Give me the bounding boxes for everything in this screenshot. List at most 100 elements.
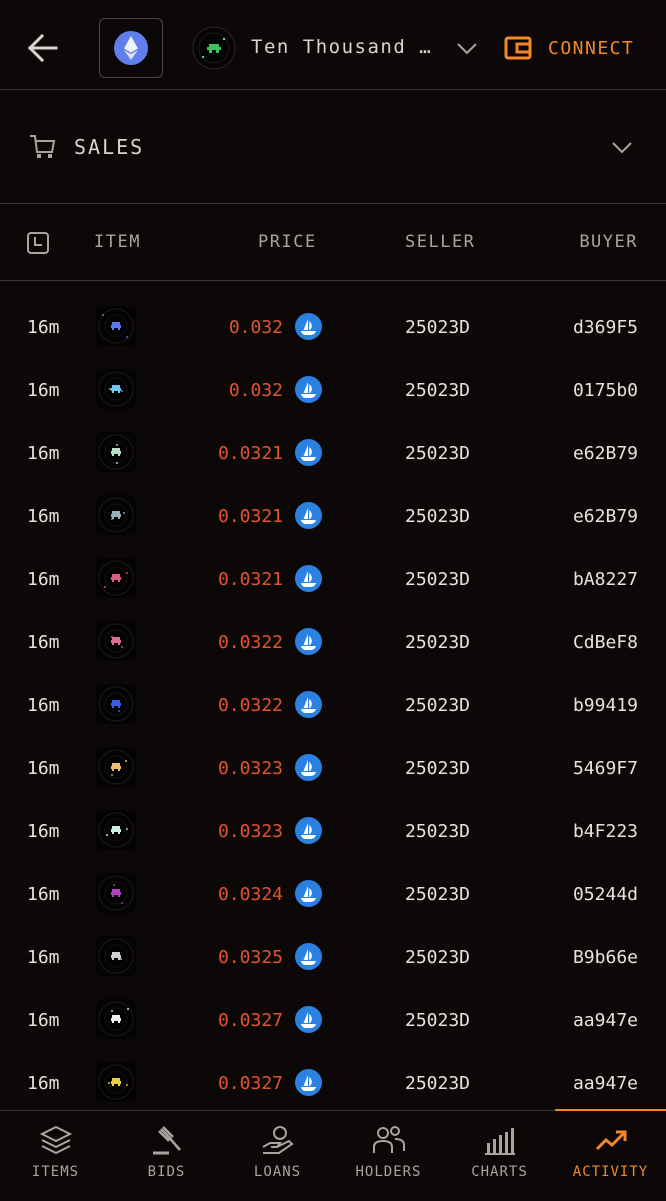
- collection-name[interactable]: Ten Thousand …: [251, 36, 432, 58]
- item-thumbnail[interactable]: [96, 1062, 136, 1102]
- table-row[interactable]: 16m 0.0327 25023D aa947e: [0, 1053, 666, 1116]
- item-thumbnail[interactable]: [96, 684, 136, 724]
- item-thumbnail[interactable]: [96, 558, 136, 598]
- opensea-icon[interactable]: [295, 943, 322, 970]
- item-thumbnail[interactable]: [96, 369, 136, 409]
- table-row[interactable]: 16m 0.0324 25023D 05244d: [0, 864, 666, 927]
- seller-address[interactable]: 25023D: [405, 569, 470, 590]
- opensea-icon[interactable]: [295, 880, 322, 907]
- bottom-nav: ITEMS BIDS LOANS HOLDERS CHARTS ACTIVITY: [0, 1109, 666, 1201]
- item-column-header[interactable]: ITEM: [94, 232, 141, 252]
- item-thumbnail[interactable]: [96, 810, 136, 850]
- buyer-address[interactable]: aa947e: [573, 1073, 638, 1094]
- table-row[interactable]: 16m 0.0321 25023D e62B79: [0, 423, 666, 486]
- item-thumbnail[interactable]: [96, 936, 136, 976]
- item-thumbnail[interactable]: [96, 747, 136, 787]
- sale-time: 16m: [27, 695, 60, 716]
- nav-tab-items[interactable]: ITEMS: [0, 1111, 111, 1201]
- nav-tab-bids[interactable]: BIDS: [111, 1111, 222, 1201]
- seller-address[interactable]: 25023D: [405, 1073, 470, 1094]
- seller-column-header[interactable]: SELLER: [405, 232, 475, 252]
- sale-time: 16m: [27, 758, 60, 779]
- nav-tab-charts[interactable]: CHARTS: [444, 1111, 555, 1201]
- opensea-icon[interactable]: [295, 1069, 322, 1096]
- section-label: SALES: [74, 135, 145, 159]
- table-row[interactable]: 16m 0.0321 25023D e62B79: [0, 486, 666, 549]
- item-thumbnail[interactable]: [96, 999, 136, 1039]
- collection-dropdown[interactable]: [455, 37, 479, 59]
- wallet-icon: [504, 36, 532, 60]
- seller-address[interactable]: 25023D: [405, 1010, 470, 1031]
- nav-tab-label: HOLDERS: [355, 1164, 422, 1180]
- nav-tab-holders[interactable]: HOLDERS: [333, 1111, 444, 1201]
- table-row[interactable]: 16m 0.0322 25023D b99419: [0, 675, 666, 738]
- opensea-icon[interactable]: [295, 313, 322, 340]
- buyer-address[interactable]: 5469F7: [573, 758, 638, 779]
- item-thumbnail[interactable]: [96, 306, 136, 346]
- seller-address[interactable]: 25023D: [405, 506, 470, 527]
- price-column-header[interactable]: PRICE: [258, 232, 317, 252]
- sale-price: 0.0322: [217, 632, 283, 653]
- buyer-address[interactable]: b99419: [573, 695, 638, 716]
- table-row[interactable]: 16m 0.032 25023D d369F5: [0, 297, 666, 360]
- nav-tab-loans[interactable]: LOANS: [222, 1111, 333, 1201]
- opensea-icon[interactable]: [295, 691, 322, 718]
- nav-tab-label: BIDS: [147, 1164, 186, 1180]
- buyer-column-header[interactable]: BUYER: [579, 232, 638, 252]
- sale-price: 0.0321: [217, 569, 283, 590]
- connect-button[interactable]: CONNECT: [504, 32, 634, 64]
- opensea-icon[interactable]: [295, 754, 322, 781]
- sale-time: 16m: [27, 947, 60, 968]
- item-thumbnail[interactable]: [96, 873, 136, 913]
- buyer-address[interactable]: CdBeF8: [573, 632, 638, 653]
- opensea-icon[interactable]: [295, 1006, 322, 1033]
- opensea-icon[interactable]: [295, 628, 322, 655]
- chain-selector-button[interactable]: [99, 18, 163, 78]
- seller-address[interactable]: 25023D: [405, 884, 470, 905]
- collection-avatar[interactable]: [192, 26, 236, 70]
- section-dropdown[interactable]: [610, 136, 634, 162]
- opensea-icon[interactable]: [295, 565, 322, 592]
- table-row[interactable]: 16m 0.0321 25023D bA8227: [0, 549, 666, 612]
- table-row[interactable]: 16m 0.0323 25023D 5469F7: [0, 738, 666, 801]
- buyer-address[interactable]: B9b66e: [573, 947, 638, 968]
- opensea-icon[interactable]: [295, 817, 322, 844]
- gavel-icon: [152, 1126, 181, 1155]
- buyer-address[interactable]: 05244d: [573, 884, 638, 905]
- sale-price: 0.032: [228, 380, 283, 401]
- seller-address[interactable]: 25023D: [405, 317, 470, 338]
- chevron-down-icon: [457, 43, 477, 55]
- item-thumbnail[interactable]: [96, 621, 136, 661]
- opensea-icon[interactable]: [295, 502, 322, 529]
- seller-address[interactable]: 25023D: [405, 443, 470, 464]
- buyer-address[interactable]: d369F5: [573, 317, 638, 338]
- seller-address[interactable]: 25023D: [405, 947, 470, 968]
- table-row[interactable]: 16m 0.0327 25023D aa947e: [0, 990, 666, 1053]
- buyer-address[interactable]: bA8227: [573, 569, 638, 590]
- table-row[interactable]: 16m 0.0325 25023D B9b66e: [0, 927, 666, 990]
- item-thumbnail[interactable]: [96, 495, 136, 535]
- table-row[interactable]: 16m 0.032 25023D 0175b0: [0, 360, 666, 423]
- seller-address[interactable]: 25023D: [405, 632, 470, 653]
- seller-address[interactable]: 25023D: [405, 821, 470, 842]
- back-button[interactable]: [26, 30, 62, 66]
- buyer-address[interactable]: 0175b0: [573, 380, 638, 401]
- table-row[interactable]: 16m 0.0322 25023D CdBeF8: [0, 612, 666, 675]
- time-column-header[interactable]: [26, 231, 50, 260]
- table-header: ITEM PRICE SELLER BUYER: [0, 205, 666, 281]
- sale-price: 0.0327: [217, 1010, 283, 1031]
- buyer-address[interactable]: e62B79: [573, 443, 638, 464]
- opensea-icon[interactable]: [295, 376, 322, 403]
- buyer-address[interactable]: b4F223: [573, 821, 638, 842]
- layers-icon: [39, 1125, 72, 1155]
- item-thumbnail[interactable]: [96, 432, 136, 472]
- seller-address[interactable]: 25023D: [405, 758, 470, 779]
- opensea-icon[interactable]: [295, 439, 322, 466]
- table-row[interactable]: 16m 0.0323 25023D b4F223: [0, 801, 666, 864]
- buyer-address[interactable]: e62B79: [573, 506, 638, 527]
- seller-address[interactable]: 25023D: [405, 695, 470, 716]
- nav-tab-activity[interactable]: ACTIVITY: [555, 1111, 666, 1201]
- seller-address[interactable]: 25023D: [405, 380, 470, 401]
- sale-time: 16m: [27, 821, 60, 842]
- buyer-address[interactable]: aa947e: [573, 1010, 638, 1031]
